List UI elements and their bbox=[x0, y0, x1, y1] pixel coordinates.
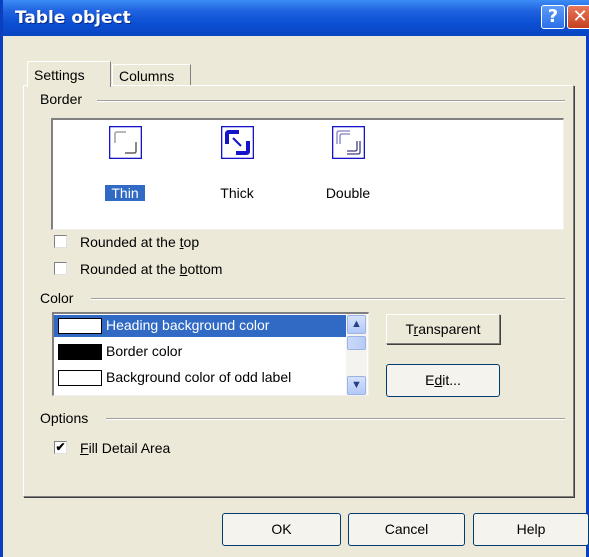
options-group-label: Options bbox=[40, 410, 89, 426]
color-list[interactable]: Heading background color Border color Ba… bbox=[52, 312, 369, 396]
color-group-label: Color bbox=[40, 290, 74, 306]
help-title-button[interactable]: ? bbox=[541, 5, 565, 29]
border-style-list: Thin Thick Double bbox=[51, 118, 564, 230]
double-border-icon bbox=[332, 126, 365, 159]
tab-columns[interactable]: Columns bbox=[112, 64, 191, 87]
fill-detail-label: Fill Detail Area bbox=[80, 440, 171, 456]
ok-button[interactable]: OK bbox=[222, 513, 341, 546]
color-swatch bbox=[58, 318, 102, 334]
options-group-divider bbox=[106, 418, 565, 420]
window-title: Table object bbox=[15, 8, 131, 28]
rounded-top-label: Rounded at the top bbox=[80, 234, 200, 250]
scroll-down-button[interactable]: ▼ bbox=[347, 376, 366, 395]
close-title-button[interactable]: ✕ bbox=[567, 5, 589, 29]
color-swatch bbox=[58, 370, 102, 386]
border-group-label: Border bbox=[40, 91, 83, 107]
thick-border-icon bbox=[221, 126, 254, 159]
color-group-divider bbox=[91, 298, 565, 300]
thin-border-icon bbox=[109, 126, 142, 159]
rounded-top-checkbox[interactable] bbox=[54, 235, 67, 248]
color-list-item[interactable]: Heading background color bbox=[54, 315, 346, 337]
fill-detail-checkbox[interactable]: ✔ bbox=[54, 441, 67, 454]
chevron-down-icon: ▼ bbox=[351, 379, 362, 391]
rounded-bottom-label: Rounded at the bottom bbox=[80, 261, 223, 277]
dialog-window: Table object ? ✕ Settings Columns Border… bbox=[0, 0, 589, 557]
edit-button[interactable]: Edit... bbox=[386, 364, 500, 397]
rounded-bottom-checkbox[interactable] bbox=[54, 262, 67, 275]
border-group-divider bbox=[97, 100, 565, 102]
scroll-up-button[interactable]: ▲ bbox=[347, 315, 366, 334]
color-swatch bbox=[58, 344, 102, 360]
title-bar[interactable]: Table object ? ✕ bbox=[3, 0, 589, 36]
tab-settings[interactable]: Settings bbox=[27, 61, 111, 87]
transparent-button[interactable]: Transparent bbox=[386, 314, 500, 344]
border-style-thick-label: Thick bbox=[220, 185, 254, 201]
cancel-button[interactable]: Cancel bbox=[348, 513, 465, 546]
color-list-item[interactable]: Background color of odd label bbox=[54, 367, 346, 389]
scroll-thumb[interactable] bbox=[347, 336, 366, 350]
close-icon: ✕ bbox=[572, 6, 588, 27]
help-button[interactable]: Help bbox=[473, 513, 589, 546]
color-list-item[interactable]: Border color bbox=[54, 341, 346, 363]
chevron-up-icon: ▲ bbox=[351, 318, 362, 330]
border-style-double-label: Double bbox=[325, 185, 371, 201]
color-list-scrollbar[interactable]: ▲ ▼ bbox=[346, 314, 367, 395]
border-style-thin-label: Thin bbox=[105, 185, 145, 201]
question-icon: ? bbox=[547, 6, 559, 27]
